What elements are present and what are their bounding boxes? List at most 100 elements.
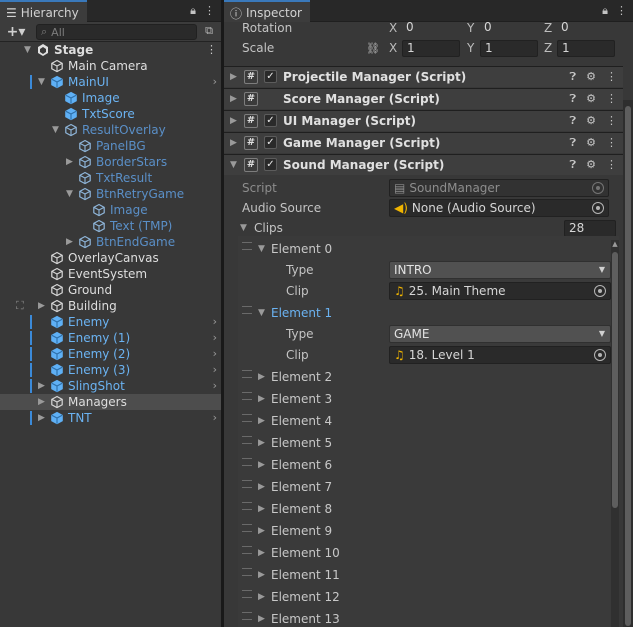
clip-element-row[interactable]: ▶ Element 6 bbox=[238, 454, 611, 476]
clip-element-row[interactable]: ▶ Element 2 bbox=[238, 366, 611, 388]
drag-handle-icon[interactable] bbox=[242, 524, 252, 532]
fold-icon[interactable]: ▶ bbox=[258, 570, 265, 580]
fold-icon[interactable]: ▶ bbox=[258, 416, 265, 426]
fold-icon[interactable]: ▶ bbox=[230, 138, 237, 148]
fold-icon[interactable]: ▶ bbox=[230, 72, 237, 82]
fold-icon[interactable]: ▶ bbox=[38, 410, 45, 426]
hierarchy-search-input[interactable]: ⌕ All bbox=[36, 24, 197, 40]
presets-icon[interactable]: ⚙︎ bbox=[586, 114, 596, 128]
hierarchy-row[interactable]: Enemy › bbox=[0, 314, 221, 330]
clip-element-row[interactable]: ▶ Element 9 bbox=[238, 520, 611, 542]
fold-icon[interactable]: ▶ bbox=[258, 372, 265, 382]
audio-clip-field[interactable]: ♫ 18. Level 1 bbox=[389, 345, 611, 364]
help-icon[interactable]: ❓︎ bbox=[570, 92, 577, 106]
drag-handle-icon[interactable] bbox=[242, 306, 252, 314]
component-header[interactable]: ▶ # ✓ Game Manager (Script) ❓︎ ⚙︎ ⋮ bbox=[224, 132, 623, 153]
hierarchy-row[interactable]: ▼ BtnRetryGame bbox=[0, 186, 221, 202]
fold-icon[interactable]: ▶ bbox=[258, 526, 265, 536]
fold-icon[interactable]: ▶ bbox=[66, 154, 73, 170]
drag-handle-icon[interactable] bbox=[242, 414, 252, 422]
fold-icon[interactable]: ▶ bbox=[38, 298, 45, 314]
drag-handle-icon[interactable] bbox=[242, 502, 252, 510]
object-picker-icon[interactable] bbox=[592, 202, 604, 214]
drag-handle-icon[interactable] bbox=[242, 392, 252, 400]
open-prefab-icon[interactable]: › bbox=[213, 410, 217, 426]
hierarchy-row[interactable]: ⛶ ▶ Building bbox=[0, 298, 221, 314]
fold-icon[interactable]: ▼ bbox=[258, 308, 265, 318]
fold-icon[interactable]: ▶ bbox=[66, 234, 73, 250]
rotation-y-field[interactable]: 0 bbox=[480, 20, 538, 37]
kebab-menu-icon[interactable]: ⋮ bbox=[606, 136, 617, 150]
type-dropdown[interactable]: INTRO ▼ bbox=[389, 260, 611, 279]
hierarchy-row[interactable]: ▼ ResultOverlay bbox=[0, 122, 221, 138]
drag-handle-icon[interactable] bbox=[242, 480, 252, 488]
help-icon[interactable]: ❓︎ bbox=[570, 114, 577, 128]
fold-icon[interactable]: ▶ bbox=[258, 614, 265, 624]
scale-x-field[interactable]: 1 bbox=[402, 39, 460, 57]
hierarchy-row[interactable]: OverlayCanvas bbox=[0, 250, 221, 266]
fold-icon[interactable]: ▶ bbox=[258, 438, 265, 448]
hierarchy-row[interactable]: ▶ BtnEndGame bbox=[0, 234, 221, 250]
clip-element-row[interactable]: ▶ Element 5 bbox=[238, 432, 611, 454]
inspector-scrollbar[interactable] bbox=[623, 100, 633, 627]
clip-element-row[interactable]: ▶ Element 7 bbox=[238, 476, 611, 498]
fold-icon[interactable]: ▼ bbox=[66, 186, 73, 202]
hierarchy-row[interactable]: ▶ Managers bbox=[0, 394, 221, 410]
audio-clip-field[interactable]: ♫ 25. Main Theme bbox=[389, 281, 611, 300]
clips-scroll-thumb[interactable] bbox=[612, 252, 618, 508]
clip-element-row[interactable]: ▶ Element 12 bbox=[238, 586, 611, 608]
hierarchy-row[interactable]: Image bbox=[0, 90, 221, 106]
hierarchy-row[interactable]: ▼ Stage ⋮ bbox=[0, 42, 221, 58]
component-header[interactable]: ▶ # ✓ UI Manager (Script) ❓︎ ⚙︎ ⋮ bbox=[224, 110, 623, 131]
help-icon[interactable]: ❓︎ bbox=[570, 136, 577, 150]
kebab-menu-icon[interactable]: ⋮ bbox=[606, 114, 617, 128]
hierarchy-row[interactable]: ▶ TNT › bbox=[0, 410, 221, 426]
clips-count-field[interactable]: 28 bbox=[564, 219, 616, 237]
hierarchy-row[interactable]: Main Camera bbox=[0, 58, 221, 74]
lock-icon[interactable]: 🔒︎ bbox=[190, 4, 196, 18]
hierarchy-row[interactable]: PanelBG bbox=[0, 138, 221, 154]
drag-handle-icon[interactable] bbox=[242, 568, 252, 576]
fold-icon[interactable]: ▶ bbox=[258, 394, 265, 404]
hierarchy-row[interactable]: TxtResult bbox=[0, 170, 221, 186]
presets-icon[interactable]: ⚙︎ bbox=[586, 136, 596, 150]
object-picker-icon[interactable] bbox=[594, 348, 606, 361]
hierarchy-row[interactable]: Enemy (1) › bbox=[0, 330, 221, 346]
help-icon[interactable]: ❓︎ bbox=[570, 158, 577, 172]
visibility-icon[interactable]: ⛶ bbox=[16, 299, 24, 313]
help-icon[interactable]: ❓︎ bbox=[570, 70, 577, 84]
scroll-up-icon[interactable]: ▲ bbox=[611, 240, 619, 248]
scale-y-field[interactable]: 1 bbox=[480, 39, 538, 57]
clip-element-row[interactable]: ▶ Element 10 bbox=[238, 542, 611, 564]
fold-icon[interactable]: ▶ bbox=[258, 548, 265, 558]
drag-handle-icon[interactable] bbox=[242, 590, 252, 598]
fold-icon[interactable]: ▼ bbox=[258, 244, 265, 254]
enabled-checkbox[interactable]: ✓ bbox=[264, 158, 277, 171]
type-dropdown[interactable]: GAME ▼ bbox=[389, 324, 611, 343]
inspector-scroll-thumb[interactable] bbox=[625, 106, 631, 626]
open-prefab-icon[interactable]: › bbox=[213, 346, 217, 362]
open-prefab-icon[interactable]: › bbox=[213, 378, 217, 394]
open-prefab-icon[interactable]: › bbox=[213, 74, 217, 90]
link-icon[interactable]: ⛓ bbox=[366, 42, 380, 55]
component-header[interactable]: ▼ # ✓ Sound Manager (Script) ❓︎ ⚙︎ ⋮ bbox=[224, 154, 623, 175]
fold-icon[interactable]: ▼ bbox=[230, 160, 237, 170]
hierarchy-row[interactable]: Enemy (2) › bbox=[0, 346, 221, 362]
hierarchy-row[interactable]: Image bbox=[0, 202, 221, 218]
lock-icon[interactable]: 🔒︎ bbox=[602, 4, 608, 18]
enabled-checkbox[interactable]: ✓ bbox=[264, 114, 277, 127]
fold-icon[interactable]: ▶ bbox=[230, 116, 237, 126]
component-header[interactable]: ▶ # ✓ Projectile Manager (Script) ❓︎ ⚙︎ ⋮ bbox=[224, 66, 623, 87]
drag-handle-icon[interactable] bbox=[242, 612, 252, 620]
kebab-menu-icon[interactable]: ⋮ bbox=[616, 4, 627, 18]
open-prefab-icon[interactable]: › bbox=[213, 314, 217, 330]
hierarchy-row[interactable]: TxtScore bbox=[0, 106, 221, 122]
clip-element-row[interactable]: ▼ Element 0 bbox=[238, 238, 611, 260]
drag-handle-icon[interactable] bbox=[242, 458, 252, 466]
clips-list-scrollbar[interactable]: ▲ bbox=[611, 240, 619, 627]
enabled-checkbox[interactable]: ✓ bbox=[264, 136, 277, 149]
rotation-z-field[interactable]: 0 bbox=[557, 20, 615, 37]
clip-element-row[interactable]: ▶ Element 8 bbox=[238, 498, 611, 520]
rotation-x-field[interactable]: 0 bbox=[402, 20, 460, 37]
presets-icon[interactable]: ⚙︎ bbox=[586, 158, 596, 172]
